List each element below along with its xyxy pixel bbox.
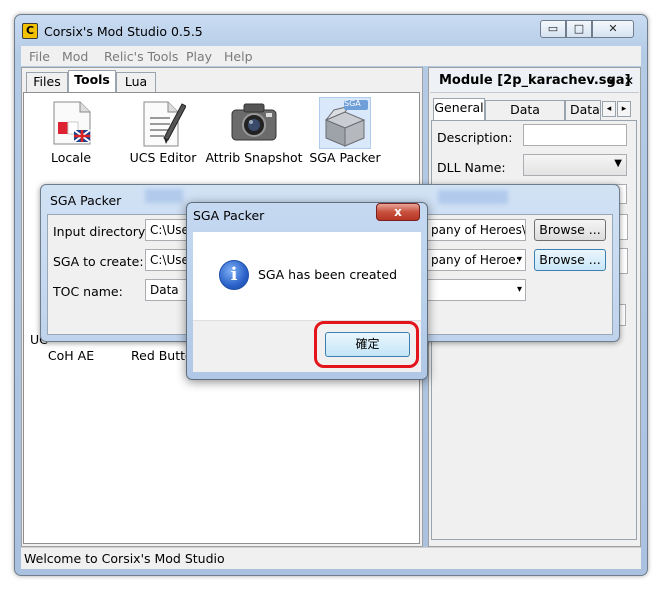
input-directory-field-end[interactable]: pany of Heroes\W (426, 219, 526, 241)
maximize-button[interactable]: □ (566, 20, 592, 38)
app-icon: C (22, 23, 38, 39)
minimize-button[interactable]: ▭ (540, 20, 566, 38)
toc-name-label: TOC name: (53, 284, 123, 299)
sga-icon-text: SGA (344, 99, 361, 108)
ok-button-highlight (314, 321, 419, 368)
camera-icon[interactable] (230, 100, 278, 144)
menu-play[interactable]: Play (186, 49, 212, 64)
browse-sga-button[interactable]: Browse ... (534, 249, 606, 271)
dll-name-label: DLL Name: (437, 160, 506, 175)
dropdown-icon[interactable]: ▾ (609, 75, 615, 88)
ucs-editor-icon[interactable] (140, 98, 187, 148)
dll-name-select[interactable]: ▼ (523, 154, 627, 176)
tab-data[interactable]: Data (565, 100, 601, 120)
info-icon: i (219, 260, 249, 290)
locale-icon[interactable] (50, 100, 94, 146)
tool-label-sga-packer: SGA Packer (309, 150, 381, 165)
sga-to-create-label: SGA to create: (53, 254, 144, 269)
message-box-title: SGA Packer (193, 208, 265, 223)
tab-files[interactable]: Files (26, 72, 68, 92)
message-box-close-button[interactable]: x (376, 203, 420, 221)
browse-input-button[interactable]: Browse ... (534, 219, 606, 241)
tab-lua[interactable]: Lua (116, 72, 156, 92)
blurred-title-segment-2 (438, 190, 508, 204)
blurred-title-segment (145, 189, 183, 203)
menu-help[interactable]: Help (224, 49, 253, 64)
description-label: Description: (437, 130, 513, 145)
tab-scroll-left-icon[interactable]: ◂ (602, 101, 616, 117)
tab-tools[interactable]: Tools (68, 70, 116, 93)
module-title: Module [2p_karachev.sga] (439, 73, 631, 88)
sga-to-create-text: pany of Heroe: (431, 253, 520, 267)
tab-general[interactable]: General (433, 98, 485, 120)
menu-mod[interactable]: Mod (62, 49, 88, 64)
tool-label-red-button: Red Butto (131, 348, 193, 363)
window-close-button[interactable]: ✕ (592, 20, 634, 38)
tool-label-coh-ae: CoH AE (47, 348, 95, 363)
message-text: SGA has been created (258, 267, 398, 282)
close-icon[interactable]: ✕ (624, 74, 634, 88)
tab-data-folders[interactable]: Data Folders (485, 100, 565, 135)
chevron-down-icon: ▼ (614, 158, 622, 169)
window-title: Corsix's Mod Studio 0.5.5 (44, 24, 203, 39)
menu-file[interactable]: File (29, 49, 50, 64)
status-text: Welcome to Corsix's Mod Studio (24, 551, 225, 566)
sga-to-create-field-end[interactable]: pany of Heroe: ▾ (426, 249, 526, 271)
chevron-down-icon: ▾ (516, 284, 522, 295)
toc-name-select-end[interactable]: ▾ (426, 279, 526, 301)
chevron-down-icon: ▾ (516, 254, 522, 265)
tab-scroll-right-icon[interactable]: ▸ (617, 101, 631, 117)
sga-dialog-title: SGA Packer (50, 193, 122, 208)
menu-relics-tools[interactable]: Relic's Tools (104, 49, 178, 64)
description-input[interactable] (523, 124, 627, 146)
input-directory-label: Input directory: (53, 224, 149, 239)
